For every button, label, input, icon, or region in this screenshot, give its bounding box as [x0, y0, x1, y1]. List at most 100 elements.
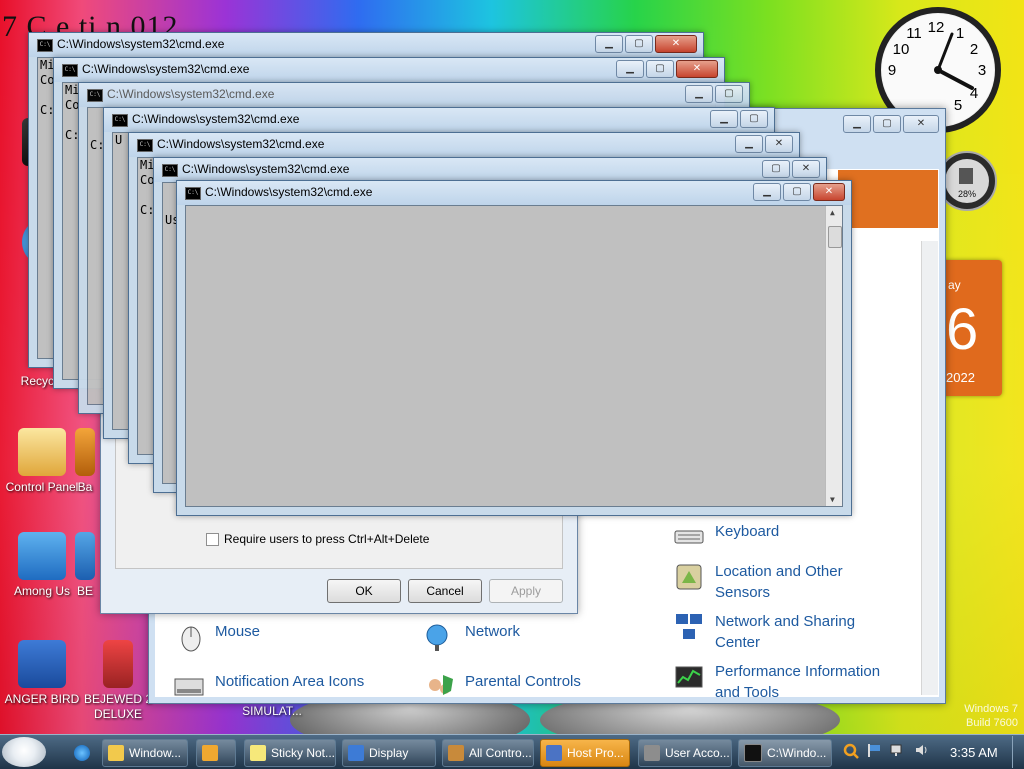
- taskbar-item-cmd[interactable]: C:\Windo...: [738, 739, 832, 767]
- taskbar-item-label: C:\Windo...: [767, 746, 827, 760]
- cmd-icon: [744, 744, 762, 762]
- parental-icon: [429, 675, 453, 695]
- network-sharing-icon: [676, 614, 702, 639]
- ctrl-alt-delete-checkbox[interactable]: Require users to press Ctrl+Alt+Delete: [206, 532, 429, 546]
- clock-number: 11: [906, 25, 922, 42]
- cmd-title-bar[interactable]: C:\ C:\Windows\system32\cmd.exe ▢ ✕: [154, 158, 826, 182]
- checkbox-box[interactable]: [206, 532, 219, 546]
- cmd-title-bar[interactable]: C:\ C:\Windows\system32\cmd.exe ▁ ▢ ✕: [54, 58, 724, 82]
- maximize-button[interactable]: ▢: [625, 35, 653, 53]
- maximize-button[interactable]: ▢: [740, 110, 768, 128]
- window-controls: ▁ ▢: [685, 85, 743, 103]
- minimize-button[interactable]: ▁: [685, 85, 713, 103]
- minimize-button[interactable]: ▁: [735, 135, 763, 153]
- window-controls: ▁ ▢ ✕: [595, 35, 697, 53]
- folder-icon: [108, 745, 124, 761]
- volume-tray-icon[interactable]: [914, 742, 930, 761]
- close-button[interactable]: ✕: [792, 160, 820, 178]
- cp-item-network-sharing[interactable]: Network and Sharing Center: [673, 611, 873, 653]
- taskbar-item-media[interactable]: [196, 739, 236, 767]
- taskbar-item-windows[interactable]: Window...: [102, 739, 188, 767]
- watermark-line: Build 7600: [966, 717, 1018, 729]
- cmd-title-bar[interactable]: C:\ C:\Windows\system32\cmd.exe ▁ ✕: [129, 133, 799, 157]
- maximize-button[interactable]: ▢: [646, 60, 674, 78]
- angry-bird-icon: [18, 640, 66, 688]
- scroll-up-arrow[interactable]: ▲: [830, 208, 835, 217]
- minimize-button[interactable]: ▁: [595, 35, 623, 53]
- performance-icon: [675, 666, 703, 688]
- sticky-notes-icon: [250, 745, 266, 761]
- calendar-day: 6: [946, 297, 979, 362]
- taskbar-item-user-accounts[interactable]: User Acco...: [638, 739, 732, 767]
- close-button[interactable]: ✕: [765, 135, 793, 153]
- close-button[interactable]: ✕: [676, 60, 718, 78]
- ok-button[interactable]: OK: [327, 579, 401, 603]
- network-tray-icon[interactable]: [890, 742, 906, 761]
- cmd-title-bar[interactable]: C:\ C:\Windows\system32\cmd.exe ▁ ▢: [79, 83, 749, 107]
- taskbar-item-label: Sticky Not...: [271, 746, 336, 760]
- taskbar-item-display[interactable]: Display: [342, 739, 436, 767]
- taskbar-item-control-panel[interactable]: All Contro...: [442, 739, 534, 767]
- clock-number: 3: [978, 62, 986, 79]
- minimize-button[interactable]: ▁: [753, 183, 781, 201]
- clock-number: 9: [888, 62, 896, 79]
- desktop-icon-anger-bird[interactable]: ANGER BIRD: [0, 640, 84, 707]
- clock-time[interactable]: 3:35 AM: [950, 745, 998, 760]
- maximize-button[interactable]: ▢: [715, 85, 743, 103]
- taskbar-item-host-process[interactable]: Host Pro...: [540, 739, 630, 767]
- maximize-button[interactable]: ▢: [873, 115, 901, 133]
- clock-number: 1: [956, 25, 964, 42]
- calendar-gadget[interactable]: ay 6 2022: [940, 260, 1002, 396]
- minimize-button[interactable]: ▁: [710, 110, 738, 128]
- calendar-year: 2022: [946, 370, 975, 385]
- scroll-down-arrow[interactable]: ▼: [830, 495, 835, 504]
- calendar-weekday: ay: [948, 278, 961, 292]
- cp-item-label: Keyboard: [715, 523, 780, 540]
- cp-item-parental-controls[interactable]: Parental Controls: [423, 671, 581, 703]
- cp-item-network[interactable]: Network: [423, 621, 520, 653]
- cmd-window-title: C:\Windows\system32\cmd.exe: [57, 37, 225, 51]
- close-button[interactable]: ✕: [813, 183, 845, 201]
- cmd-title-bar[interactable]: C:\ C:\Windows\system32\cmd.exe ▁ ▢ ✕: [29, 33, 703, 57]
- cmd-title-bar[interactable]: C:\ C:\Windows\system32\cmd.exe ▁ ▢: [104, 108, 774, 132]
- search-icon: [843, 743, 859, 759]
- user-accounts-icon: [644, 745, 660, 761]
- cp-item-mouse[interactable]: Mouse: [173, 621, 260, 653]
- minimize-button[interactable]: ▁: [843, 115, 871, 133]
- ie-quicklaunch[interactable]: [66, 739, 98, 767]
- display-icon: [348, 745, 364, 761]
- desktop-icon-label: ANGER BIRD: [4, 692, 80, 706]
- taskbar-item-sticky-notes[interactable]: Sticky Not...: [244, 739, 336, 767]
- cmd-scrollbar[interactable]: ▲ ▼: [825, 206, 842, 506]
- desktop-icon-simulator[interactable]: SIMULAT...: [232, 704, 312, 719]
- minimize-button[interactable]: ▁: [616, 60, 644, 78]
- cp-item-location-sensors[interactable]: Location and Other Sensors: [673, 561, 873, 603]
- scroll-thumb[interactable]: [828, 226, 842, 248]
- cp-item-performance[interactable]: Performance Information and Tools: [673, 661, 893, 703]
- maximize-button[interactable]: ▢: [783, 183, 811, 201]
- show-desktop-button[interactable]: [1012, 736, 1024, 768]
- window-controls: ▁ ▢: [710, 110, 768, 128]
- cp-item-keyboard[interactable]: Keyboard: [673, 521, 779, 553]
- close-button[interactable]: ✕: [903, 115, 939, 133]
- search-tray-icon[interactable]: [842, 742, 860, 763]
- cp-item-notification-area[interactable]: Notification Area Icons: [173, 671, 364, 703]
- apply-button[interactable]: Apply: [489, 579, 563, 603]
- cmd-console[interactable]: ▲ ▼: [185, 205, 843, 507]
- internet-explorer-icon: [74, 745, 90, 761]
- maximize-button[interactable]: ▢: [762, 160, 790, 178]
- cp-item-label: Notification Area Icons: [215, 673, 365, 690]
- sensor-icon: [676, 564, 702, 590]
- cmd-window-title: C:\Windows\system32\cmd.exe: [132, 112, 300, 126]
- cmd-title-bar[interactable]: C:\ C:\Windows\system32\cmd.exe ▁ ▢ ✕: [177, 181, 851, 205]
- cmd-window-active[interactable]: C:\ C:\Windows\system32\cmd.exe ▁ ▢ ✕ ▲ …: [176, 180, 852, 516]
- cmd-window-title: C:\Windows\system32\cmd.exe: [157, 137, 325, 151]
- cmd-window-title: C:\Windows\system32\cmd.exe: [205, 185, 373, 199]
- start-button[interactable]: [2, 737, 46, 767]
- close-button[interactable]: ✕: [655, 35, 697, 53]
- control-panel-scrollbar[interactable]: [921, 241, 938, 695]
- app-icon: [75, 532, 95, 580]
- network-status-icon: [890, 744, 902, 756]
- cancel-button[interactable]: Cancel: [408, 579, 482, 603]
- action-center-tray-icon[interactable]: [866, 742, 882, 761]
